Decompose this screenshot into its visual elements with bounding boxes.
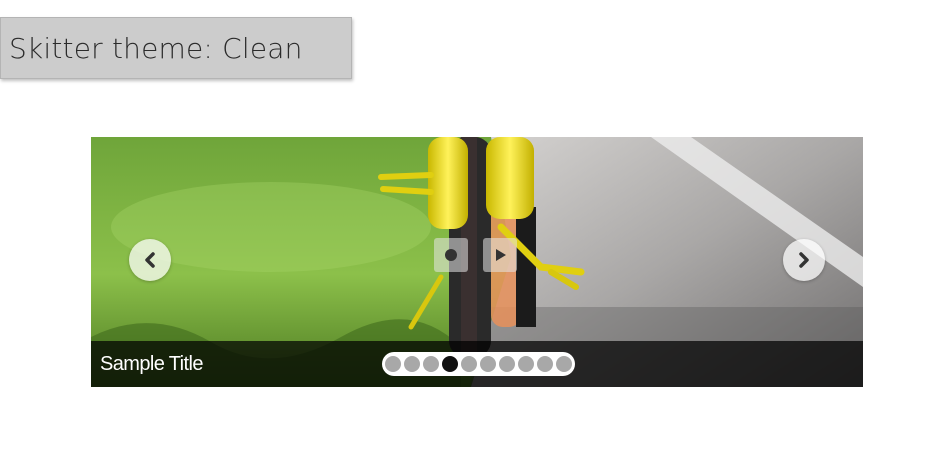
image-slider[interactable]: Sample Title — [91, 137, 863, 387]
chevron-left-icon — [145, 252, 155, 268]
theme-label: Skitter theme: Clean — [0, 17, 352, 79]
pause-button[interactable] — [434, 238, 468, 272]
pagination-dot-9[interactable] — [537, 356, 553, 372]
slide-pagination — [382, 352, 575, 376]
next-slide-button[interactable] — [783, 239, 825, 281]
caption-bar: Sample Title — [91, 341, 863, 387]
slide-caption-title: Sample Title — [100, 353, 203, 375]
previous-slide-button[interactable] — [129, 239, 171, 281]
pagination-dot-4[interactable] — [442, 356, 458, 372]
pagination-dot-2[interactable] — [404, 356, 420, 372]
pagination-dot-3[interactable] — [423, 356, 439, 372]
pagination-dot-10[interactable] — [556, 356, 572, 372]
pagination-dot-7[interactable] — [499, 356, 515, 372]
pause-icon — [445, 249, 457, 261]
play-button[interactable] — [483, 238, 517, 272]
pagination-dot-6[interactable] — [480, 356, 496, 372]
play-icon — [496, 249, 506, 261]
pagination-dot-1[interactable] — [385, 356, 401, 372]
chevron-right-icon — [799, 252, 809, 268]
pagination-dot-8[interactable] — [518, 356, 534, 372]
pagination-dot-5[interactable] — [461, 356, 477, 372]
